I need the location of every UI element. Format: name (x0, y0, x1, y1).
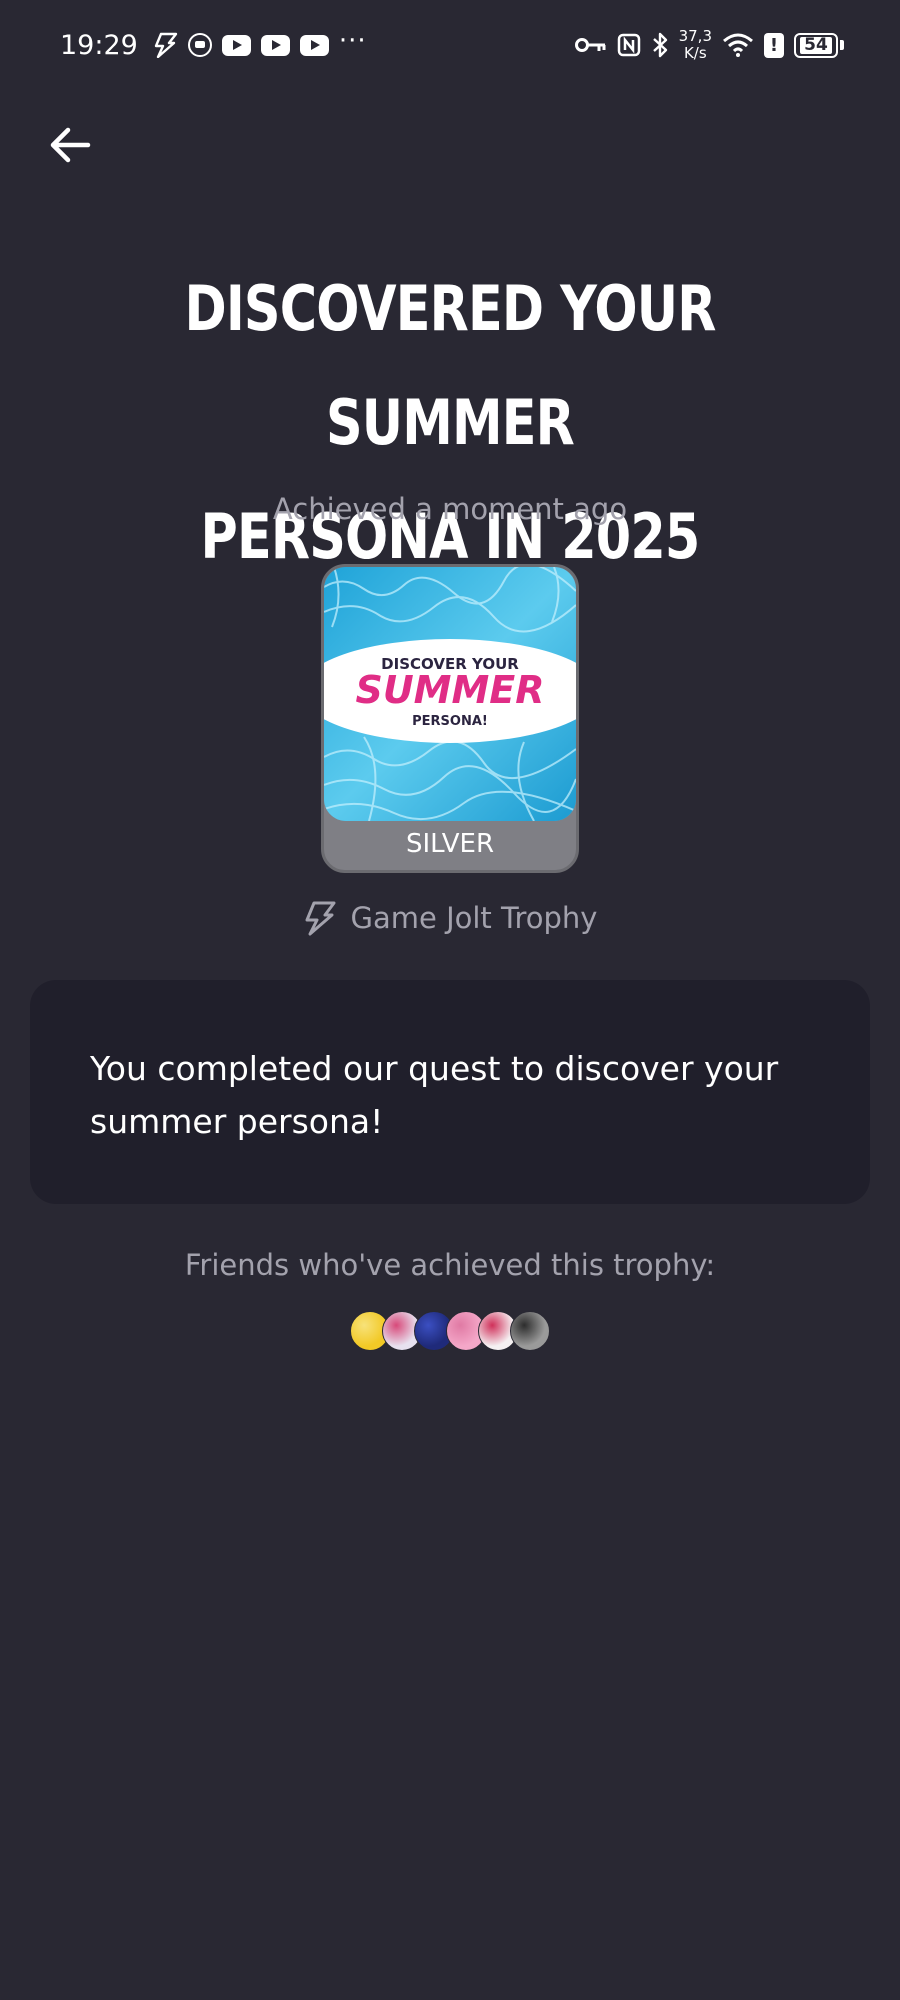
achieved-time: Achieved a moment ago (272, 492, 628, 526)
youtube-icon (221, 34, 251, 56)
trophy-type: Game Jolt Trophy (0, 900, 900, 936)
more-icon: ··· (338, 26, 367, 56)
trophy-description: You completed our quest to discover your… (90, 1049, 779, 1141)
status-bar: 19:29 ··· 37,3 K/s ! 54 (0, 0, 900, 90)
arrow-left-icon (50, 127, 91, 163)
status-time: 19:29 (60, 29, 138, 61)
alert-icon: ! (764, 32, 784, 58)
nfc-icon (617, 33, 641, 57)
trophy-card: DISCOVER YOUR SUMMER PERSONA! SILVER (321, 564, 579, 873)
youtube-icon (299, 34, 329, 56)
back-button[interactable] (40, 115, 100, 175)
bluetooth-icon (651, 31, 669, 59)
friends-avatar-list[interactable] (0, 1311, 900, 1351)
network-speed-value: 37,3 (678, 27, 712, 45)
gamejolt-icon (152, 32, 178, 58)
battery-tip (840, 40, 844, 50)
trophy-image-text-bottom: PERSONA! (412, 714, 488, 729)
battery-body: 54 (794, 32, 838, 58)
network-speed-unit: K/s (683, 44, 707, 62)
friend-avatar[interactable] (510, 1311, 550, 1351)
youtube-icon (260, 34, 290, 56)
network-speed: 37,3 K/s (679, 28, 712, 62)
trophy-image-text-main: SUMMER (355, 668, 544, 712)
gamejolt-icon (305, 901, 336, 936)
screen-record-icon (187, 33, 212, 57)
trophy-description-card: You completed our quest to discover your… (30, 980, 870, 1204)
trophy-detail-screen: 19:29 ··· 37,3 K/s ! 54 DISCOVERED YOUR … (0, 0, 900, 2000)
wifi-icon (722, 32, 754, 58)
trophy-title-line1: DISCOVERED YOUR SUMMER (184, 272, 716, 459)
battery-icon: 54 (794, 32, 844, 58)
trophy-image: DISCOVER YOUR SUMMER PERSONA! (324, 567, 576, 821)
status-bar-left: 19:29 ··· (60, 26, 367, 61)
status-bar-right: 37,3 K/s ! 54 (574, 28, 844, 62)
trophy-level: SILVER (405, 829, 495, 859)
battery-level: 54 (800, 36, 832, 54)
friends-label: Friends who've achieved this trophy: (184, 1248, 716, 1282)
key-icon (574, 35, 607, 55)
trophy-title: DISCOVERED YOUR SUMMER PERSONA IN 2025 (114, 252, 786, 594)
trophy-type-label: Game Jolt Trophy (350, 901, 598, 935)
